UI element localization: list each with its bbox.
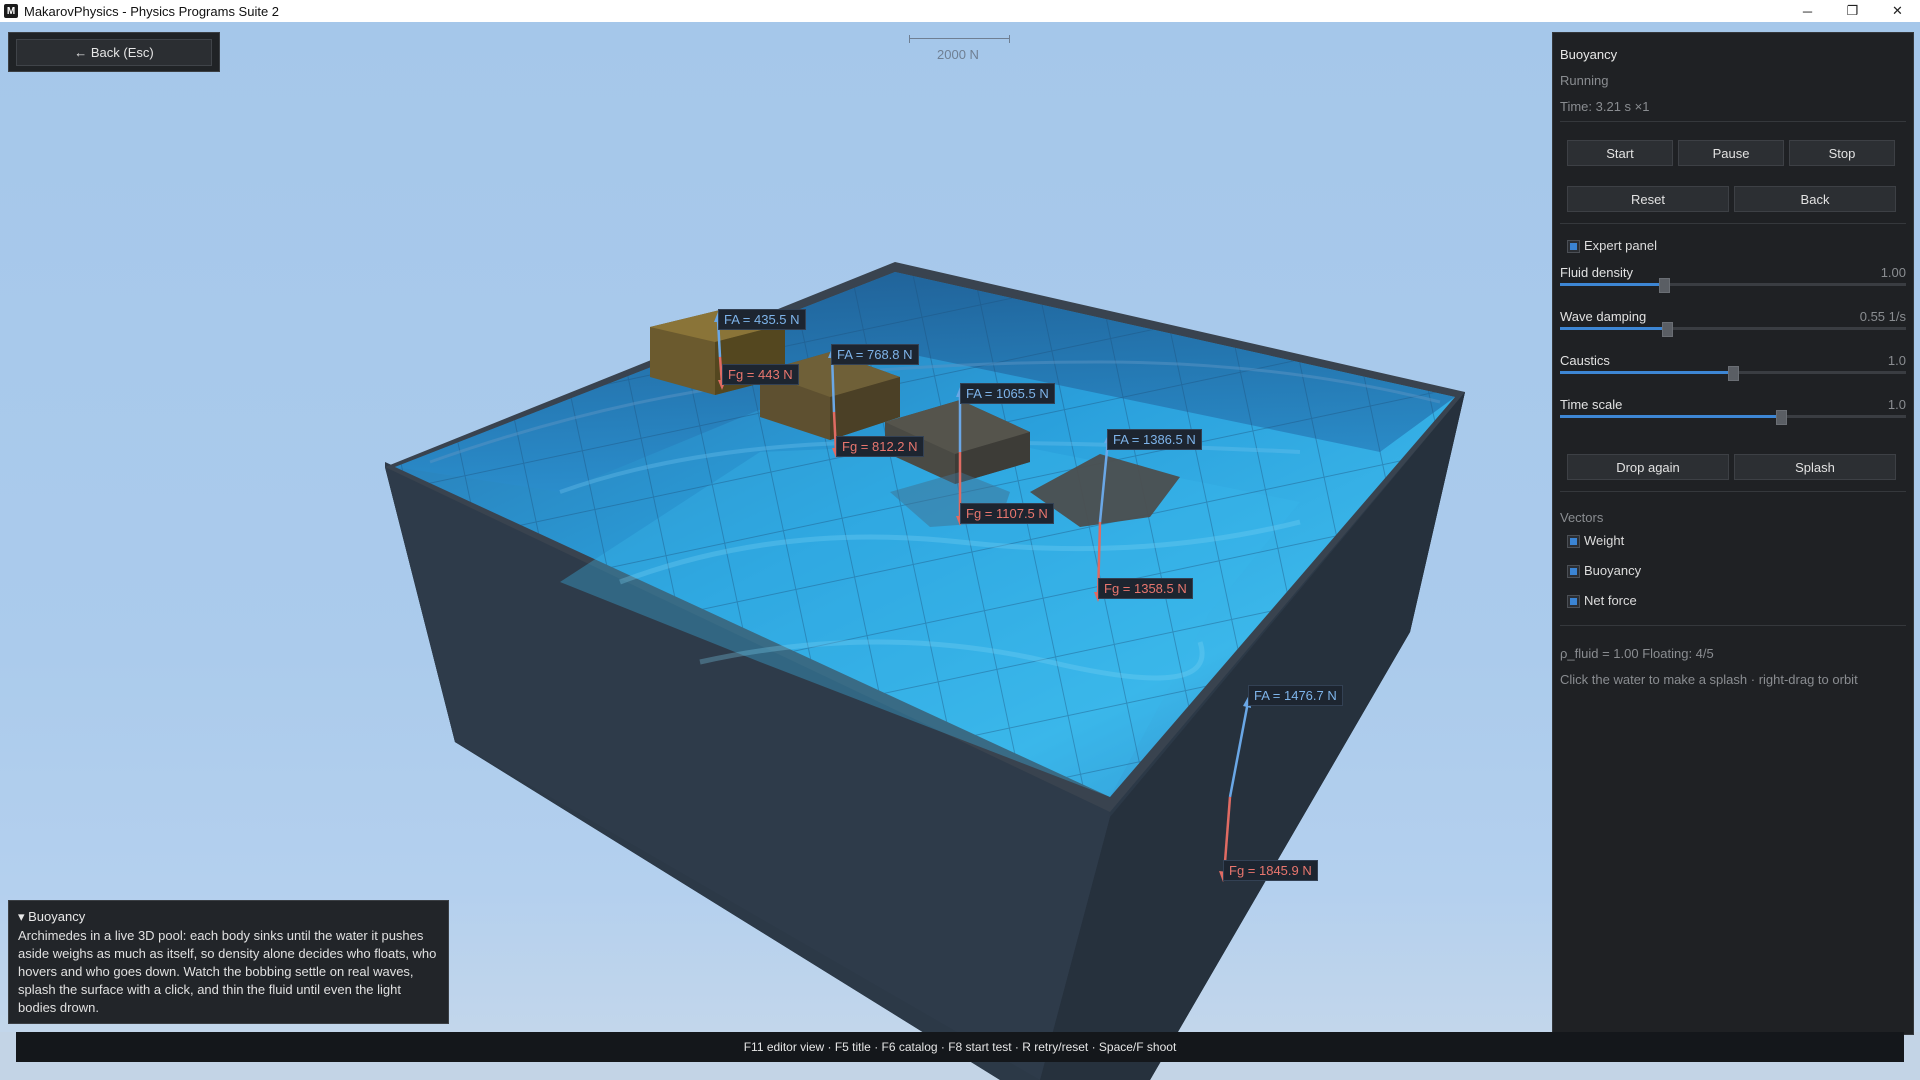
buoyancy-label: Buoyancy bbox=[1584, 563, 1642, 578]
fluid-info: ρ_fluid = 1.00 Floating: 4/5 bbox=[1560, 646, 1714, 661]
divider bbox=[1560, 491, 1906, 492]
back-button[interactable]: ← Back (Esc) bbox=[16, 39, 212, 66]
slider-fill bbox=[1560, 415, 1782, 418]
description-panel: ▾ Buoyancy Archimedes in a live 3D pool:… bbox=[8, 900, 449, 1024]
scale-bar-label: 2000 N bbox=[937, 47, 979, 62]
slider-thumb[interactable] bbox=[1776, 410, 1788, 425]
description-title[interactable]: ▾ Buoyancy bbox=[18, 909, 85, 925]
fa-label: FA = 768.8 N bbox=[831, 344, 919, 365]
expert-panel-label: Expert panel bbox=[1584, 238, 1657, 253]
caustics-slider[interactable] bbox=[1560, 366, 1906, 381]
vectors-heading: Vectors bbox=[1560, 510, 1604, 525]
window-controls: ─ ❐ ✕ bbox=[1785, 0, 1920, 22]
net-force-checkbox[interactable] bbox=[1567, 595, 1580, 608]
simulation-time: Time: 3.21 s ×1 bbox=[1560, 99, 1650, 114]
panel-title: Buoyancy bbox=[1560, 47, 1618, 62]
fg-label: Fg = 812.2 N bbox=[836, 436, 924, 457]
control-panel: Buoyancy Running Time: 3.21 s ×1 Start P… bbox=[1552, 32, 1914, 1035]
restore-icon[interactable]: ❐ bbox=[1830, 0, 1875, 22]
slider-fill bbox=[1560, 327, 1668, 330]
slider-label: Fluid density bbox=[1560, 265, 1633, 280]
divider bbox=[1560, 121, 1906, 122]
slider-value: 1.0 bbox=[1887, 353, 1906, 368]
slider-value: 0.55 1/s bbox=[1859, 309, 1906, 324]
slider-label: Caustics bbox=[1560, 353, 1610, 368]
weight-label: Weight bbox=[1584, 533, 1625, 548]
slider-thumb[interactable] bbox=[1728, 366, 1739, 381]
fa-label: FA = 1386.5 N bbox=[1107, 429, 1202, 450]
slider-fill bbox=[1560, 371, 1733, 374]
back-panel: ← Back (Esc) bbox=[8, 32, 220, 72]
wave-damping-slider[interactable] bbox=[1560, 322, 1906, 337]
slider-thumb[interactable] bbox=[1662, 322, 1674, 337]
fg-label: Fg = 443 N bbox=[722, 364, 799, 385]
shortcut-bar: F11 editor view · F5 title · F6 catalog … bbox=[16, 1032, 1904, 1062]
window-title: MakarovPhysics - Physics Programs Suite … bbox=[24, 3, 280, 19]
buoyancy-checkbox[interactable] bbox=[1567, 565, 1580, 578]
3d-viewport[interactable]: ← Back (Esc) 2000 N FA = 435.5 N Fg = 44… bbox=[0, 22, 1920, 1080]
close-icon[interactable]: ✕ bbox=[1875, 0, 1920, 22]
hint-text: Click the water to make a splash · right… bbox=[1560, 672, 1858, 687]
app-icon: M bbox=[4, 4, 18, 18]
slider-thumb[interactable] bbox=[1658, 278, 1670, 293]
slider-fill bbox=[1560, 283, 1664, 286]
expert-panel-checkbox[interactable] bbox=[1567, 240, 1580, 253]
stop-button[interactable]: Stop bbox=[1789, 140, 1895, 166]
title-bar: M MakarovPhysics - Physics Programs Suit… bbox=[0, 0, 1920, 22]
simulation-status: Running bbox=[1560, 73, 1609, 88]
minimize-icon[interactable]: ─ bbox=[1785, 0, 1830, 22]
fa-label: FA = 1476.7 N bbox=[1248, 685, 1343, 706]
divider bbox=[1560, 625, 1906, 626]
fluid-density-slider[interactable] bbox=[1560, 278, 1906, 293]
scale-bar bbox=[909, 35, 1010, 43]
splash-button[interactable]: Splash bbox=[1734, 454, 1896, 480]
drop-again-button[interactable]: Drop again bbox=[1567, 454, 1729, 480]
slider-value: 1.00 bbox=[1880, 265, 1906, 280]
time-scale-slider[interactable] bbox=[1560, 410, 1906, 425]
description-text: Archimedes in a live 3D pool: each body … bbox=[18, 928, 437, 1015]
reset-button[interactable]: Reset bbox=[1567, 186, 1729, 212]
fa-label: FA = 435.5 N bbox=[718, 309, 806, 330]
pause-button[interactable]: Pause bbox=[1678, 140, 1784, 166]
slider-value: 1.0 bbox=[1887, 397, 1906, 412]
fg-label: Fg = 1845.9 N bbox=[1223, 860, 1318, 881]
weight-checkbox[interactable] bbox=[1567, 535, 1580, 548]
fg-label: Fg = 1107.5 N bbox=[960, 503, 1054, 524]
back-button-panel[interactable]: Back bbox=[1734, 186, 1896, 212]
fa-label: FA = 1065.5 N bbox=[960, 383, 1055, 404]
divider bbox=[1560, 223, 1906, 224]
slider-label: Wave damping bbox=[1560, 309, 1647, 324]
net-force-label: Net force bbox=[1584, 593, 1637, 608]
start-button[interactable]: Start bbox=[1567, 140, 1673, 166]
fg-label: Fg = 1358.5 N bbox=[1098, 578, 1193, 599]
slider-label: Time scale bbox=[1560, 397, 1623, 412]
